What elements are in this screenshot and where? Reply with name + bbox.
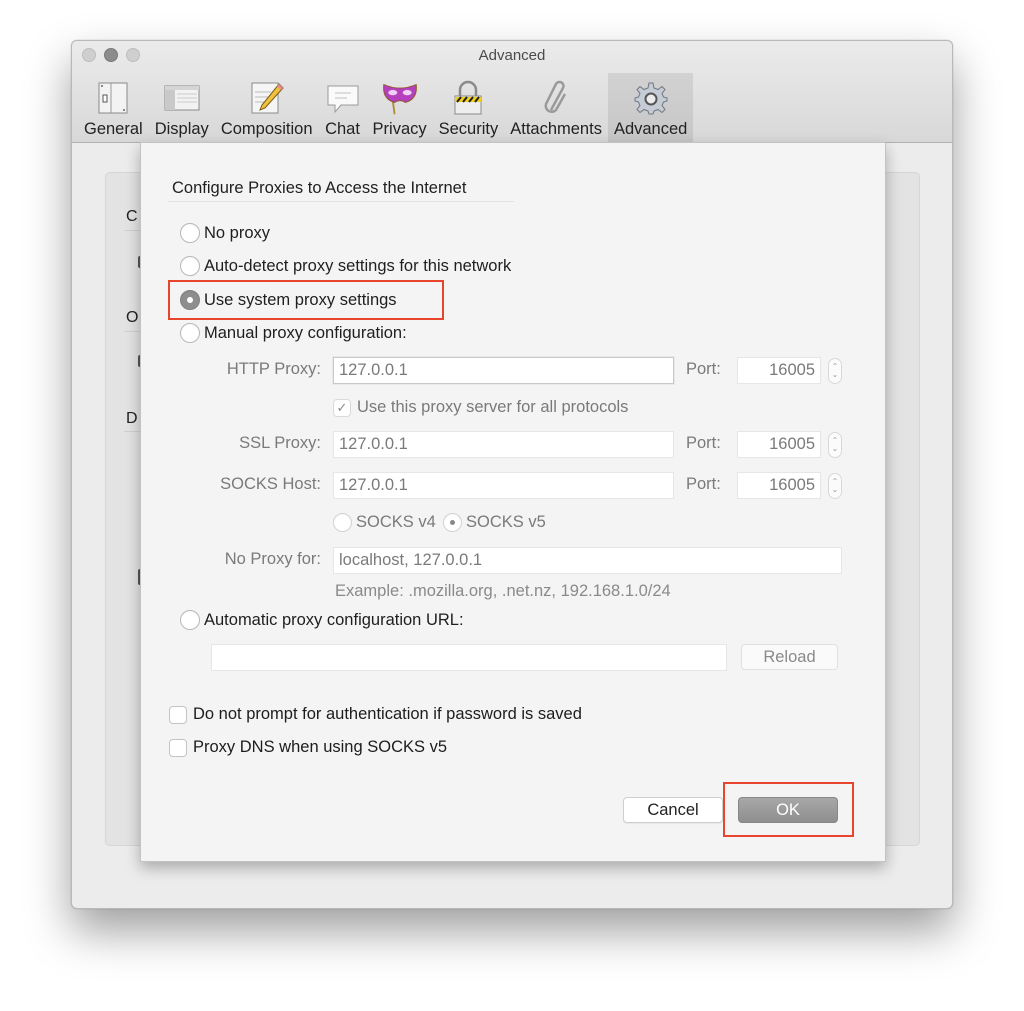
ssl-port-input[interactable] bbox=[737, 431, 821, 458]
ssl-port-stepper[interactable]: ⌃ ⌄ bbox=[828, 432, 842, 458]
connection-settings-dialog: Configure Proxies to Access the Internet… bbox=[140, 142, 886, 862]
checkbox-checked[interactable]: ✓ bbox=[333, 398, 351, 417]
group-divider bbox=[168, 201, 514, 202]
background-divider bbox=[124, 331, 140, 332]
radio-button[interactable] bbox=[180, 610, 200, 630]
display-window-icon bbox=[164, 80, 200, 116]
tab-display[interactable]: Display bbox=[149, 73, 215, 143]
http-port-stepper[interactable]: ⌃ ⌄ bbox=[828, 358, 842, 384]
radio-auto-config-url[interactable]: Automatic proxy configuration URL: bbox=[180, 610, 464, 630]
tab-label: Composition bbox=[220, 120, 313, 138]
checkbox-unchecked[interactable] bbox=[169, 738, 187, 757]
security-padlock-icon bbox=[450, 80, 486, 116]
privacy-mask-icon bbox=[382, 80, 418, 116]
radio-label: SOCKS v4 bbox=[356, 513, 436, 531]
gear-icon bbox=[633, 80, 669, 116]
ssl-port-label: Port: bbox=[686, 434, 721, 452]
socks-port-input[interactable] bbox=[737, 472, 821, 499]
tab-attachments[interactable]: Attachments bbox=[504, 73, 608, 143]
ssl-proxy-label: SSL Proxy: bbox=[239, 434, 321, 452]
background-divider bbox=[124, 230, 140, 231]
http-proxy-label: HTTP Proxy: bbox=[226, 360, 321, 378]
http-proxy-input[interactable] bbox=[333, 357, 674, 384]
use-for-all-protocols-checkbox[interactable]: ✓ Use this proxy server for all protocol… bbox=[333, 398, 628, 417]
tab-label: Privacy bbox=[372, 120, 427, 138]
checkbox-label: Do not prompt for authentication if pass… bbox=[193, 705, 582, 723]
socks-host-label: SOCKS Host: bbox=[220, 475, 321, 493]
preferences-toolbar: General Display Composition Chat Privacy… bbox=[78, 73, 694, 143]
tab-label: General bbox=[84, 120, 143, 138]
tab-privacy[interactable]: Privacy bbox=[367, 73, 433, 143]
radio-label: No proxy bbox=[204, 223, 271, 242]
checkbox-unchecked[interactable] bbox=[169, 705, 187, 724]
general-switch-icon bbox=[95, 80, 131, 116]
background-section-heading: D bbox=[126, 410, 138, 427]
background-section-heading: O bbox=[126, 309, 139, 326]
tab-label: Chat bbox=[325, 120, 360, 138]
radio-manual-proxy[interactable]: Manual proxy configuration: bbox=[180, 323, 407, 343]
radio-label: Auto-detect proxy settings for this netw… bbox=[204, 256, 512, 275]
cancel-button[interactable]: Cancel bbox=[623, 797, 723, 823]
group-title: Configure Proxies to Access the Internet bbox=[172, 179, 467, 197]
radio-auto-detect[interactable]: Auto-detect proxy settings for this netw… bbox=[180, 256, 511, 276]
no-proxy-for-label: No Proxy for: bbox=[224, 550, 321, 568]
background-divider bbox=[124, 431, 140, 432]
socks-host-input[interactable] bbox=[333, 472, 674, 499]
radio-socks-v5[interactable]: SOCKS v5 bbox=[443, 513, 546, 532]
checkbox-label: Proxy DNS when using SOCKS v5 bbox=[193, 738, 448, 756]
composition-pencil-icon bbox=[249, 80, 285, 116]
annotation-highlight-box bbox=[723, 782, 854, 837]
tab-advanced[interactable]: Advanced bbox=[607, 73, 694, 143]
tab-chat[interactable]: Chat bbox=[319, 73, 367, 143]
tab-general[interactable]: General bbox=[78, 73, 149, 143]
no-proxy-for-input[interactable] bbox=[333, 547, 842, 574]
radio-label: Automatic proxy configuration URL: bbox=[204, 610, 464, 629]
ssl-proxy-input[interactable] bbox=[333, 431, 674, 458]
radio-no-proxy[interactable]: No proxy bbox=[180, 223, 270, 243]
window-title: Advanced bbox=[478, 47, 546, 64]
radio-socks-v4[interactable]: SOCKS v4 bbox=[333, 513, 436, 532]
auto-config-url-input[interactable] bbox=[211, 644, 727, 671]
radio-button-selected[interactable] bbox=[443, 513, 462, 532]
tab-label: Display bbox=[154, 120, 209, 138]
checkbox-label: Use this proxy server for all protocols bbox=[357, 398, 629, 416]
no-proxy-example-hint: Example: .mozilla.org, .net.nz, 192.168.… bbox=[335, 582, 671, 600]
radio-button[interactable] bbox=[333, 513, 352, 532]
http-port-input[interactable] bbox=[737, 357, 821, 384]
background-section-heading: C bbox=[126, 208, 138, 225]
radio-button[interactable] bbox=[180, 223, 200, 243]
tab-label: Advanced bbox=[613, 120, 688, 138]
tab-label: Security bbox=[438, 120, 499, 138]
proxy-dns-checkbox[interactable]: Proxy DNS when using SOCKS v5 bbox=[169, 738, 447, 757]
radio-label: SOCKS v5 bbox=[466, 513, 546, 531]
socks-port-stepper[interactable]: ⌃ ⌄ bbox=[828, 473, 842, 499]
paperclip-icon bbox=[538, 80, 574, 116]
radio-button[interactable] bbox=[180, 323, 200, 343]
socks-port-label: Port: bbox=[686, 475, 721, 493]
reload-button[interactable]: Reload bbox=[741, 644, 838, 670]
annotation-highlight-box bbox=[168, 280, 444, 320]
title-bar: Advanced General Display Composition Cha… bbox=[72, 41, 952, 143]
radio-label: Manual proxy configuration: bbox=[204, 323, 407, 342]
tab-label: Attachments bbox=[510, 120, 602, 138]
no-auth-prompt-checkbox[interactable]: Do not prompt for authentication if pass… bbox=[169, 705, 582, 724]
radio-button[interactable] bbox=[180, 256, 200, 276]
tab-security[interactable]: Security bbox=[433, 73, 505, 143]
tab-composition[interactable]: Composition bbox=[215, 73, 319, 143]
chat-bubble-icon bbox=[325, 80, 361, 116]
http-port-label: Port: bbox=[686, 360, 721, 378]
